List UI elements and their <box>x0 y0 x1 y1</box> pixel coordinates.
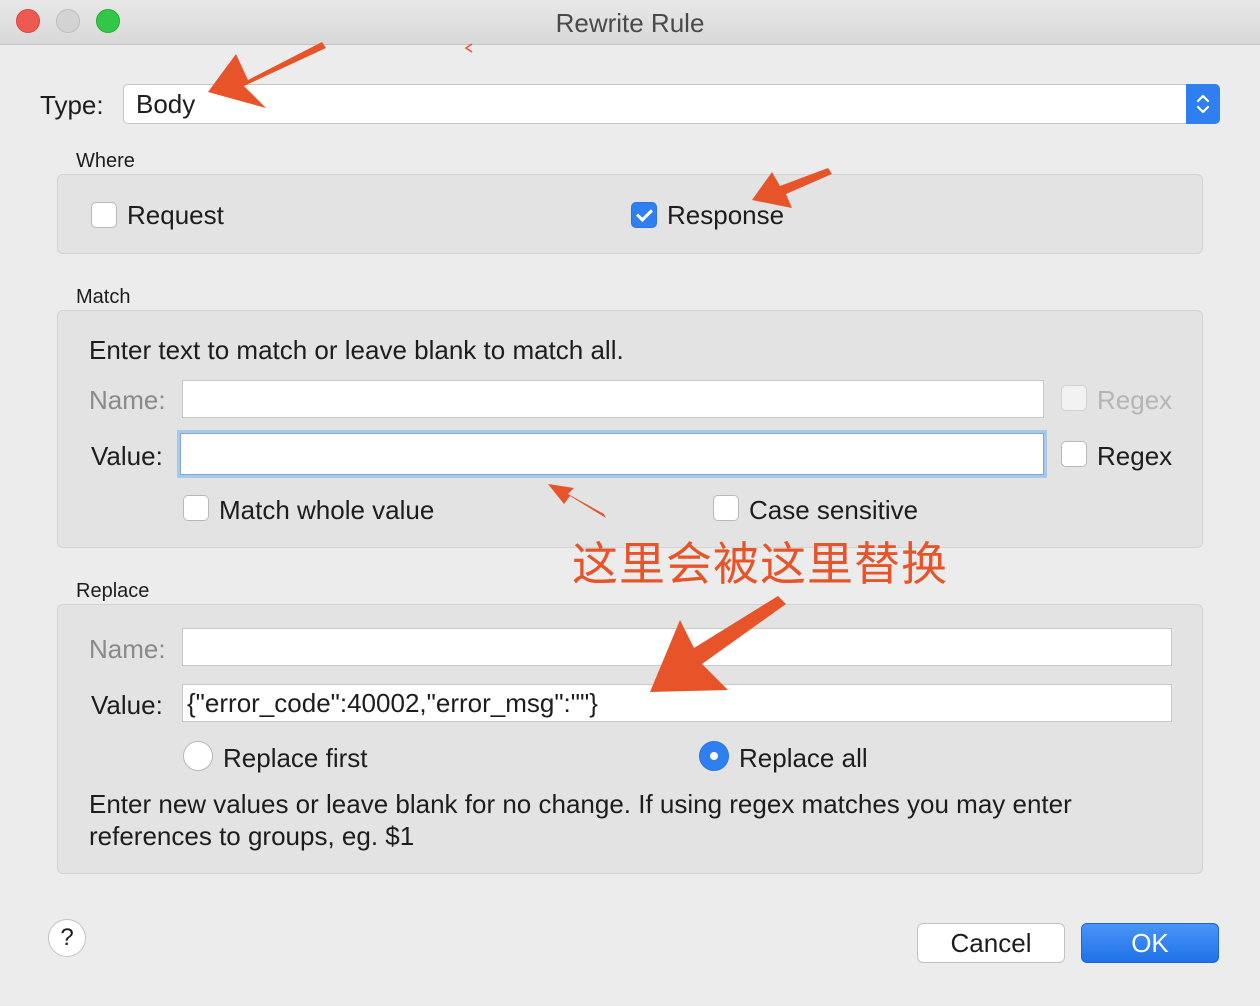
ok-button[interactable]: OK <box>1081 923 1219 963</box>
where-section-title: Where <box>76 150 135 172</box>
replace-first-label[interactable]: Replace first <box>223 743 368 774</box>
case-sensitive-label[interactable]: Case sensitive <box>749 495 918 526</box>
match-name-label: Name: <box>89 385 166 415</box>
match-hint: Enter text to match or leave blank to ma… <box>89 335 624 365</box>
where-group: Request Response <box>57 174 1203 254</box>
match-section-title: Match <box>76 286 131 308</box>
match-whole-value-checkbox[interactable] <box>183 495 209 521</box>
match-value-label: Value: <box>91 441 163 471</box>
match-name-regex-label: Regex <box>1097 385 1173 415</box>
type-select-value: Body <box>136 89 196 119</box>
type-select[interactable]: Body <box>123 84 1220 124</box>
replace-group: Name: Value: {"error_code":40002,"error_… <box>57 604 1203 874</box>
help-button[interactable]: ? <box>48 919 86 957</box>
response-label[interactable]: Response <box>667 200 784 231</box>
match-name-regex-checkbox[interactable] <box>1061 385 1087 411</box>
match-value-regex-checkbox[interactable] <box>1061 441 1087 467</box>
match-value-regex-label[interactable]: Regex <box>1097 441 1172 472</box>
replace-first-radio[interactable] <box>183 741 213 771</box>
request-label[interactable]: Request <box>127 200 224 231</box>
match-whole-value-label[interactable]: Match whole value <box>219 495 434 526</box>
replace-name-label: Name: <box>89 634 166 664</box>
replace-all-radio[interactable] <box>699 741 729 771</box>
replace-value-label: Value: <box>91 690 163 720</box>
replace-hint-line1: Enter new values or leave blank for no c… <box>89 789 1072 819</box>
window-title: Rewrite Rule <box>555 8 705 38</box>
case-sensitive-checkbox[interactable] <box>713 495 739 521</box>
replace-hint-line2: references to groups, eg. $1 <box>89 821 415 851</box>
match-value-input[interactable] <box>180 433 1044 475</box>
type-label: Type: <box>40 90 104 120</box>
title-bar: Rewrite Rule <box>0 0 1260 45</box>
cancel-button[interactable]: Cancel <box>917 923 1065 963</box>
replace-all-label[interactable]: Replace all <box>739 743 868 774</box>
rewrite-rule-dialog: Rewrite Rule Type: Body Where Request Re… <box>0 0 1260 1006</box>
replace-name-input[interactable] <box>182 628 1172 666</box>
replace-value-input[interactable]: {"error_code":40002,"error_msg":""} <box>182 684 1172 722</box>
response-checkbox[interactable] <box>631 202 657 228</box>
match-group: Enter text to match or leave blank to ma… <box>57 310 1203 548</box>
replace-section-title: Replace <box>76 580 150 602</box>
annotation-stray-mark <box>464 43 473 53</box>
select-stepper-icon <box>1186 84 1220 124</box>
request-checkbox[interactable] <box>91 202 117 228</box>
match-name-input[interactable] <box>182 380 1044 418</box>
